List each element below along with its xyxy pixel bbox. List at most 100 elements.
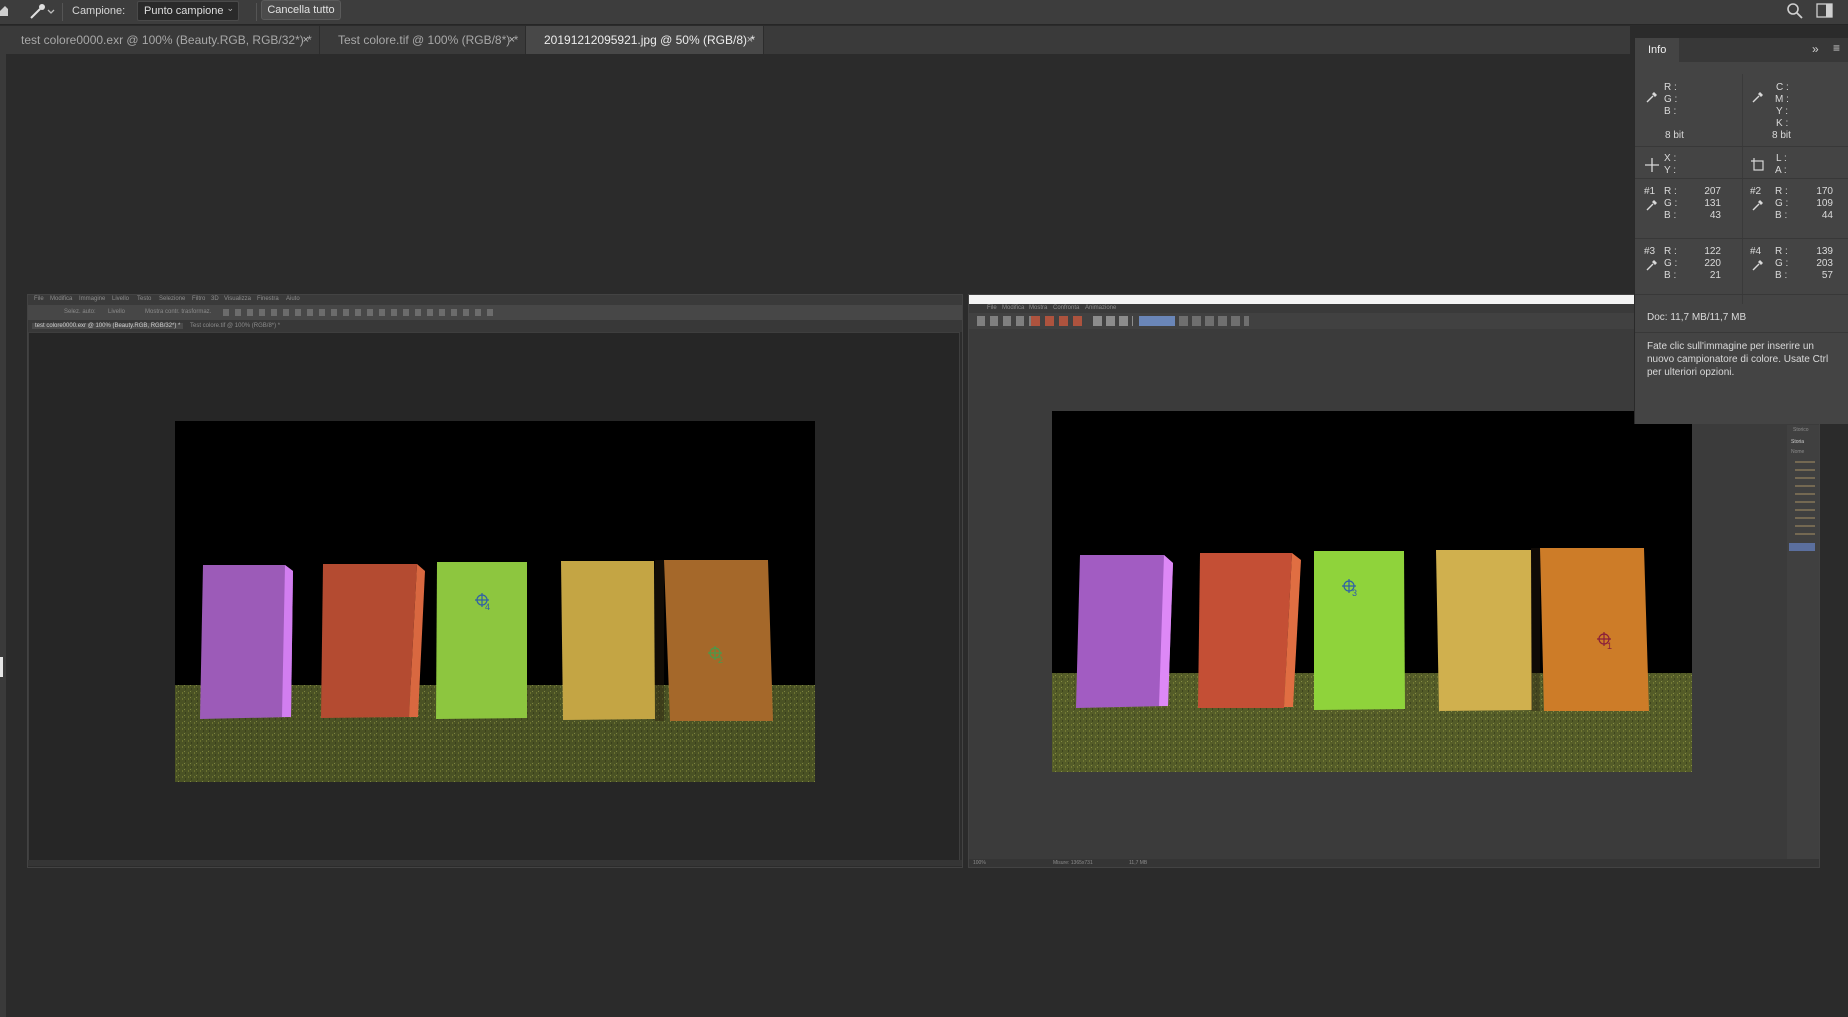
toolbar-separator [256,3,257,21]
name-label: Nome [1791,449,1805,455]
bit-depth-right: 8 bit [1772,130,1791,141]
menu-animation[interactable]: Animazione [1085,305,1116,311]
eyedropper-icon[interactable] [1645,258,1659,272]
sample-3-r: 122 [1704,246,1721,257]
close-icon[interactable]: × [303,26,309,54]
tools-panel-marker [0,657,3,677]
menu-view[interactable]: Visualizza [224,296,251,302]
color-sampler-tool-icon[interactable] [28,2,58,20]
menu-window[interactable]: Finestra [257,296,279,302]
close-icon[interactable]: × [509,26,515,54]
mini-tab-exr[interactable]: test colore0000.exr @ 100% (Beauty.RGB, … [32,323,184,329]
eyedropper-icon[interactable] [1751,198,1765,212]
tab-exr[interactable]: test colore0000.exr @ 100% (Beauty.RGB, … [3,26,320,54]
sample-label: Campione: [72,5,126,17]
screenshot-window-left: File Modifica Immagine Livello Testo Sel… [27,294,963,868]
eyedropper-icon[interactable] [1645,198,1659,212]
panel-menu-icon[interactable]: ≡ [1833,41,1840,55]
collapse-panel-icon[interactable]: » [1812,42,1819,56]
sampler-marker-4-label: 4 [485,602,490,612]
side-panel: Storico Storia Nome [1787,425,1819,859]
divider [1635,238,1848,239]
render-image-left: 4 2 [175,421,815,782]
column-divider [1742,74,1743,304]
menu-filter[interactable]: Filtro [192,296,205,302]
layer-select[interactable]: Livello [108,309,125,315]
menu-file[interactable]: File [987,305,997,311]
history-list [1795,461,1815,541]
box-purple [200,565,293,719]
menu-3d[interactable]: 3D [211,296,219,302]
menu-show[interactable]: Mostra [1029,305,1047,311]
sample-2-g: 109 [1816,198,1833,209]
menu-edit[interactable]: Modifica [1002,305,1024,311]
mini-tab-tif[interactable]: Test colore.tif @ 100% (RGB/8*) * [190,323,280,329]
eyedropper-icon[interactable] [1751,258,1765,272]
align-icons [223,309,493,316]
sample-3-g-label: G : [1664,258,1678,269]
readout-y-label: Y : [1776,106,1789,117]
toolbar-icons-group-b[interactable] [1031,316,1087,326]
sampler-marker-3-label: 3 [1352,588,1357,598]
readout-k-label: K : [1776,118,1789,129]
readout-a-label: A : [1775,165,1787,176]
auto-select-label: Selez. auto: [64,309,96,315]
close-icon[interactable]: × [747,26,753,54]
history-tab[interactable]: Storico [1793,427,1809,433]
mini-options-bar: Selez. auto: Livello Mostra contr. trasf… [28,305,962,320]
sample-1-g-label: G : [1664,198,1678,209]
divider [1635,294,1848,295]
show-transform-label: Mostra contr. trasformaz. [145,309,212,315]
status-bar [28,860,962,866]
tab-tif[interactable]: Test colore.tif @ 100% (RGB/8*) * × [320,26,526,54]
box-orange-shadow [1531,548,1540,711]
toolbar-icons-group-d[interactable] [1139,316,1175,326]
menu-layer[interactable]: Livello [112,296,129,302]
menu-compare[interactable]: Confronta [1053,305,1079,311]
box-yellow [561,561,655,720]
toolbar-icons-group-e[interactable] [1179,316,1249,326]
home-icon[interactable] [0,3,8,17]
sample-1-r-label: R : [1664,186,1677,197]
menu-type[interactable]: Testo [137,296,151,302]
sample-size-select[interactable]: Punto campione ⌄ [137,1,239,21]
sample-2-g-label: G : [1775,198,1789,209]
mini-tab-bar: test colore0000.exr @ 100% (Beauty.RGB, … [28,320,962,332]
history-selected[interactable] [1789,543,1815,551]
box-orange-shadow [655,560,664,721]
info-hint: Fate clic sull'immagine per inserire un … [1647,341,1829,378]
sampler-marker-1-label: 1 [1607,641,1612,651]
divider [1635,332,1848,333]
menu-edit[interactable]: Modifica [50,296,72,302]
toolbar-icons-group-c[interactable] [1093,316,1133,326]
toolbar-icons-group-a[interactable] [977,316,1031,326]
search-icon[interactable] [1786,2,1804,20]
sample-size-value: Punto campione [144,5,224,17]
menu-image[interactable]: Immagine [79,296,105,302]
clear-all-button[interactable]: Cancella tutto [261,0,341,20]
readout-c-label: C : [1776,82,1789,93]
box-green [436,562,527,719]
workspace-icon[interactable] [1816,3,1834,19]
clear-all-label: Cancella tutto [267,4,335,16]
sample-2-r-label: R : [1775,186,1788,197]
sample-2-b-label: B : [1775,210,1788,221]
sample-1-r: 207 [1704,186,1721,197]
sample-4-r-label: R : [1775,246,1788,257]
sample-2-r: 170 [1816,186,1833,197]
tab-jpg[interactable]: 20191212095921.jpg @ 50% (RGB/8) * × [526,26,764,54]
menu-select[interactable]: Selezione [159,296,185,302]
history-label: Storia [1791,439,1805,445]
sample-1-g: 131 [1704,198,1721,209]
sample-3-g: 220 [1704,258,1721,269]
tab-label: test colore0000.exr @ 100% (Beauty.RGB, … [21,33,312,47]
options-bar: Campione: Punto campione ⌄ Cancella tutt… [0,0,1848,25]
info-tab[interactable]: Info [1635,38,1679,62]
info-panel: Info » ≡ R : G : B : 8 bit C : M : Y : K… [1634,38,1848,424]
menu-file[interactable]: File [34,296,44,302]
menu-help[interactable]: Aiuto [286,296,300,302]
box-yellow [1436,550,1532,711]
readout-b-label: B : [1664,106,1677,117]
sample-1-id: #1 [1644,186,1656,197]
chevron-down-icon: ⌄ [226,3,234,13]
